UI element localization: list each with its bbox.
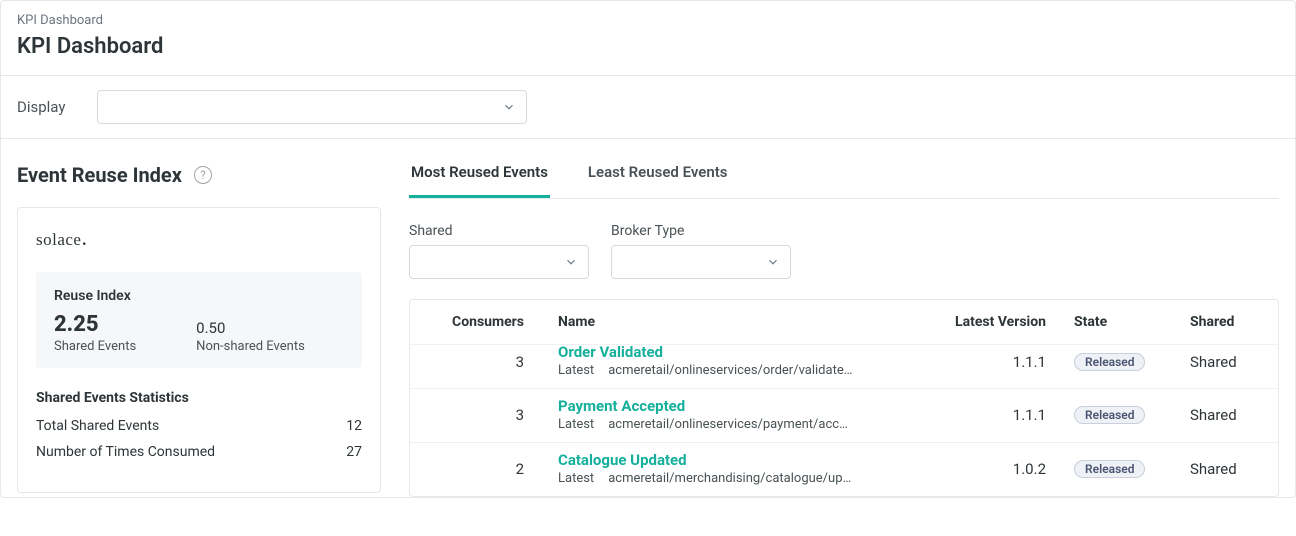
name-cell: Order Validated Latest acmeretail/onlinese… <box>524 345 936 378</box>
shared-value: 2.25 <box>54 312 136 337</box>
latest-label: Latest <box>558 363 594 378</box>
event-path: acmeretail/onlineservices/payment/acc… <box>608 417 848 432</box>
consumers-value: 2 <box>426 460 524 478</box>
stats-label: Total Shared Events <box>36 418 159 434</box>
state-cell: Released <box>1046 353 1166 371</box>
state-cell: Released <box>1046 460 1166 478</box>
latest-label: Latest <box>558 417 594 432</box>
metric-label: Reuse Index <box>54 288 344 304</box>
table-row[interactable]: 3 Payment Accepted Latest acmeretail/online… <box>410 388 1278 442</box>
chevron-down-icon <box>502 100 516 114</box>
event-subline: Latest acmeretail/onlineservices/order/va… <box>558 363 936 378</box>
breadcrumb: KPI Dashboard <box>17 13 1279 28</box>
latest-label: Latest <box>558 471 594 486</box>
col-consumers: Consumers <box>426 314 524 330</box>
reuse-index-metric: Reuse Index 2.25 Shared Events 0.50 Non-… <box>36 272 362 368</box>
status-badge: Released <box>1074 406 1145 424</box>
stats-row: Number of Times Consumed 27 <box>36 444 362 460</box>
shared-value: Shared <box>1166 460 1262 478</box>
section-title-reuse-index: Event Reuse Index <box>17 163 182 187</box>
name-cell: Payment Accepted Latest acmeretail/onlines… <box>524 397 936 432</box>
event-path: acmeretail/merchandising/catalogue/up… <box>608 471 851 486</box>
event-name-link[interactable]: Order Validated <box>558 343 936 361</box>
version-value: 1.1.1 <box>936 406 1046 424</box>
tab-least-reused[interactable]: Least Reused Events <box>586 163 730 198</box>
tab-most-reused[interactable]: Most Reused Events <box>409 163 550 198</box>
consumers-value: 3 <box>426 406 524 424</box>
stats-row: Total Shared Events 12 <box>36 418 362 434</box>
stats-title: Shared Events Statistics <box>36 390 362 406</box>
chevron-down-icon <box>564 255 578 269</box>
display-label: Display <box>17 98 65 116</box>
status-badge: Released <box>1074 460 1145 478</box>
status-badge: Released <box>1074 353 1145 371</box>
shared-value: Shared <box>1166 353 1262 371</box>
table-row[interactable]: 3 Order Validated Latest acmeretail/onlines… <box>410 344 1278 388</box>
stats-value: 12 <box>346 418 362 434</box>
shared-sublabel: Shared Events <box>54 339 136 354</box>
reuse-index-card: solace. Reuse Index 2.25 Shared Events 0… <box>17 207 381 493</box>
stats-value: 27 <box>346 444 362 460</box>
page-title: KPI Dashboard <box>17 34 1279 59</box>
consumers-value: 3 <box>426 353 524 371</box>
events-table: Consumers Name Latest Version State Shar… <box>409 299 1279 497</box>
version-value: 1.1.1 <box>936 353 1046 371</box>
col-shared: Shared <box>1166 314 1262 330</box>
chevron-down-icon <box>766 255 780 269</box>
version-value: 1.0.2 <box>936 460 1046 478</box>
help-icon[interactable]: ? <box>194 166 212 184</box>
brand-logo: solace. <box>36 230 362 250</box>
event-name-link[interactable]: Catalogue Updated <box>558 451 936 469</box>
display-select[interactable] <box>97 90 527 124</box>
nonshared-sublabel: Non-shared Events <box>196 339 305 354</box>
event-path: acmeretail/onlineservices/order/validate… <box>608 363 852 378</box>
filter-broker-select[interactable] <box>611 245 791 279</box>
state-cell: Released <box>1046 406 1166 424</box>
shared-value: Shared <box>1166 406 1262 424</box>
event-subline: Latest acmeretail/merchandising/catalogue… <box>558 471 936 486</box>
filter-shared-label: Shared <box>409 223 589 239</box>
event-subline: Latest acmeretail/onlineservices/payment/… <box>558 417 936 432</box>
filter-shared-select[interactable] <box>409 245 589 279</box>
col-name: Name <box>524 314 936 330</box>
event-name-link[interactable]: Payment Accepted <box>558 397 936 415</box>
stats-label: Number of Times Consumed <box>36 444 215 460</box>
col-state: State <box>1046 314 1166 330</box>
nonshared-value: 0.50 <box>196 319 305 337</box>
name-cell: Catalogue Updated Latest acmeretail/mercha… <box>524 451 936 486</box>
table-row[interactable]: 2 Catalogue Updated Latest acmeretail/merch… <box>410 442 1278 496</box>
col-version: Latest Version <box>936 314 1046 330</box>
filter-broker-label: Broker Type <box>611 223 791 239</box>
